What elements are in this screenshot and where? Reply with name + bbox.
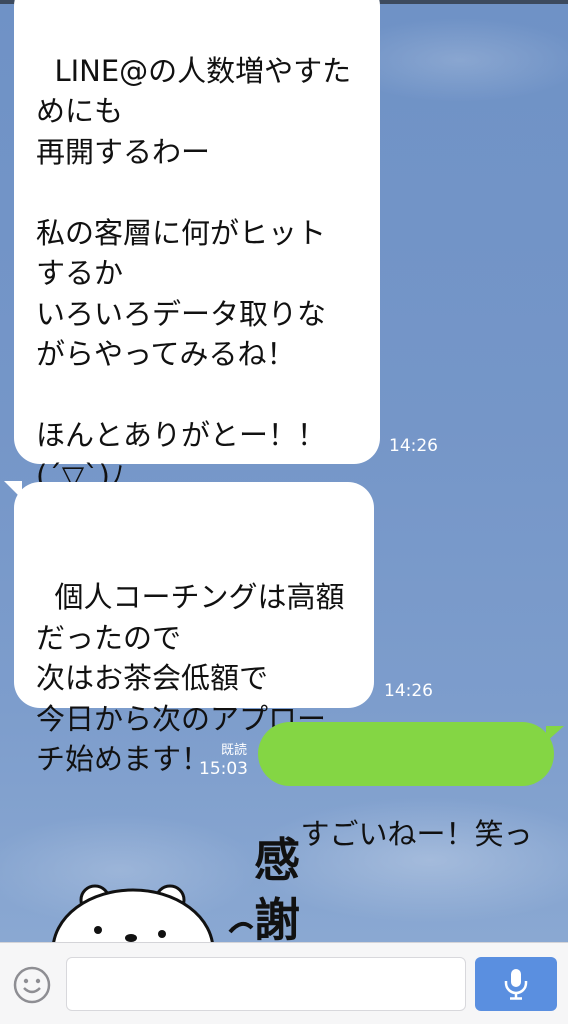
smiley-icon[interactable] xyxy=(12,965,52,1005)
mic-button[interactable] xyxy=(475,957,557,1011)
read-receipt: 既読 xyxy=(221,743,248,758)
message-bubble-sent[interactable]: すごいねー！笑っ xyxy=(258,722,564,851)
message-bubble-received[interactable]: 個人コーチングは高額 だったので 次はお茶会低額で 今日から次のアプロー チ始め… xyxy=(4,481,374,776)
input-bar xyxy=(0,942,568,1024)
sticker-text: 感謝 xyxy=(254,833,300,942)
message-bubble-received[interactable]: LINE@の人数増やすた めにも 再開するわー 私の客層に何がヒット するか い… xyxy=(14,0,380,493)
message-input[interactable] xyxy=(66,957,466,1011)
message-time: 14:26 xyxy=(389,436,438,456)
bubble-tail xyxy=(546,726,564,742)
bubble-tail xyxy=(4,481,22,499)
message-time: 15:03 xyxy=(199,759,248,779)
message-time: 14:26 xyxy=(384,681,433,701)
microphone-icon xyxy=(504,969,528,1000)
message-text: LINE@の人数増やすた めにも 再開するわー 私の客層に何がヒット するか い… xyxy=(36,53,352,493)
sticker-message[interactable]: 感謝 xyxy=(0,820,568,942)
